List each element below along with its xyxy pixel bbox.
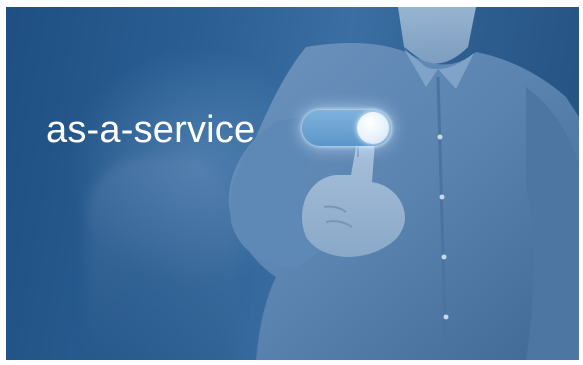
headline-text: as-a-service [46, 109, 256, 151]
hero-image: as-a-service [6, 7, 579, 360]
man-touching-toggle-icon [228, 7, 579, 360]
toggle-switch[interactable] [302, 110, 391, 146]
toggle-knob[interactable] [357, 112, 389, 144]
